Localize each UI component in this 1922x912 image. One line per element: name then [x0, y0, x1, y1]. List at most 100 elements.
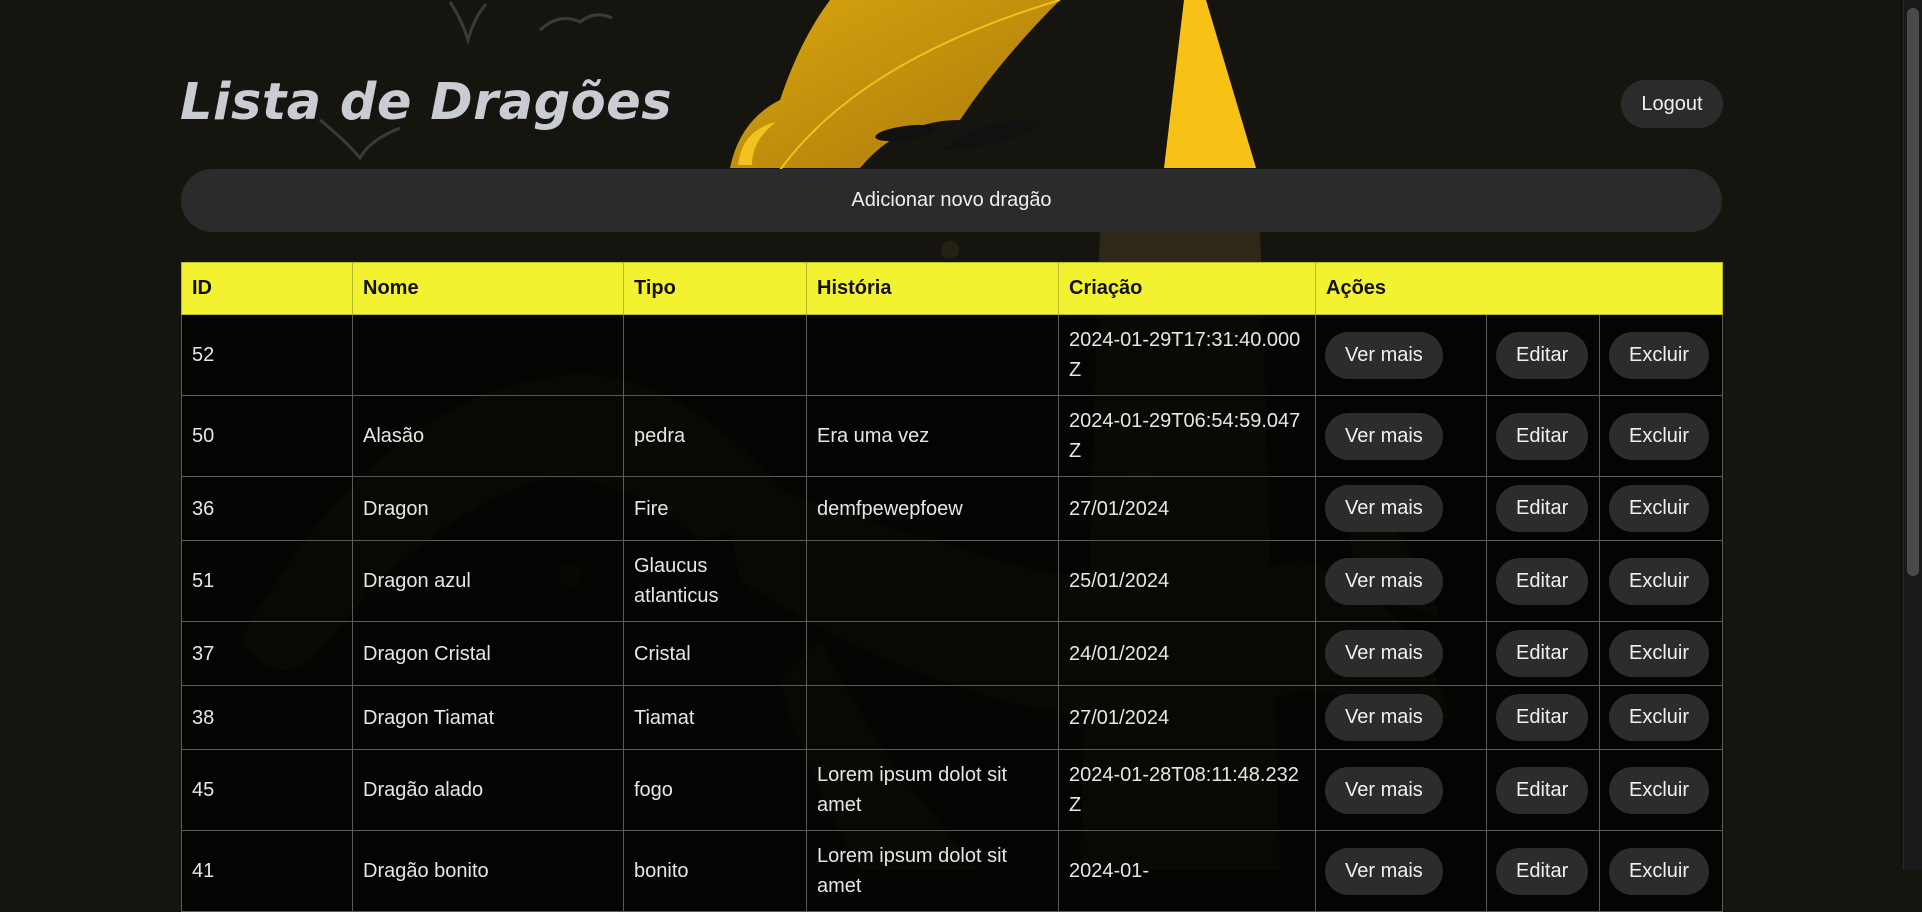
- view-more-button[interactable]: Ver mais: [1325, 694, 1443, 741]
- cell-historia: [806, 540, 1059, 622]
- cell-delete: Excluir: [1598, 476, 1724, 541]
- logout-button[interactable]: Logout: [1621, 80, 1723, 128]
- header-tipo: Tipo: [623, 262, 807, 315]
- cell-tipo: Glaucus atlanticus: [623, 540, 807, 622]
- header-id: ID: [181, 262, 353, 315]
- table-header-row: ID Nome Tipo História Criação Ações: [181, 262, 1724, 315]
- delete-button[interactable]: Excluir: [1609, 331, 1710, 379]
- cell-criacao: 25/01/2024: [1058, 540, 1316, 622]
- dragons-table: ID Nome Tipo História Criação Ações 52 2…: [181, 262, 1724, 912]
- cell-id: 51: [181, 540, 353, 622]
- edit-button[interactable]: Editar: [1496, 331, 1589, 379]
- cell-view: Ver mais: [1315, 749, 1487, 831]
- edit-button[interactable]: Editar: [1496, 847, 1589, 895]
- cell-id: 52: [181, 314, 353, 396]
- cell-criacao: 2024-01-28T08:11:48.232Z: [1058, 749, 1316, 831]
- cell-nome: Alasão: [352, 395, 624, 477]
- cell-criacao: 2024-01-: [1058, 830, 1316, 912]
- cell-historia: [806, 621, 1059, 686]
- cell-id: 50: [181, 395, 353, 477]
- cell-tipo: bonito: [623, 830, 807, 912]
- cell-view: Ver mais: [1315, 540, 1487, 622]
- cell-criacao: 2024-01-29T17:31:40.000Z: [1058, 314, 1316, 396]
- cell-edit: Editar: [1486, 749, 1600, 831]
- header-criacao: Criação: [1058, 262, 1316, 315]
- header-nome: Nome: [352, 262, 624, 315]
- cell-edit: Editar: [1486, 830, 1600, 912]
- cell-tipo: Tiamat: [623, 685, 807, 750]
- cell-view: Ver mais: [1315, 395, 1487, 477]
- cell-delete: Excluir: [1598, 830, 1724, 912]
- cell-historia: Lorem ipsum dolot sit amet: [806, 830, 1059, 912]
- delete-button[interactable]: Excluir: [1609, 412, 1710, 460]
- cell-edit: Editar: [1486, 395, 1600, 477]
- cell-historia: Lorem ipsum dolot sit amet: [806, 749, 1059, 831]
- delete-button[interactable]: Excluir: [1609, 557, 1710, 605]
- view-more-button[interactable]: Ver mais: [1325, 847, 1443, 895]
- table-row: 52 2024-01-29T17:31:40.000Z Ver mais Edi…: [181, 314, 1724, 396]
- cell-view: Ver mais: [1315, 621, 1487, 686]
- cell-view: Ver mais: [1315, 830, 1487, 912]
- delete-button[interactable]: Excluir: [1609, 485, 1710, 532]
- cell-historia: [806, 314, 1059, 396]
- add-dragon-button[interactable]: Adicionar novo dragão: [181, 169, 1722, 232]
- cell-historia: [806, 685, 1059, 750]
- cell-delete: Excluir: [1598, 749, 1724, 831]
- edit-button[interactable]: Editar: [1496, 412, 1589, 460]
- header-historia: História: [806, 262, 1059, 315]
- delete-button[interactable]: Excluir: [1609, 847, 1710, 895]
- cell-tipo: pedra: [623, 395, 807, 477]
- cell-criacao: 27/01/2024: [1058, 685, 1316, 750]
- cell-view: Ver mais: [1315, 685, 1487, 750]
- cell-id: 37: [181, 621, 353, 686]
- cell-tipo: Cristal: [623, 621, 807, 686]
- cell-nome: Dragon azul: [352, 540, 624, 622]
- edit-button[interactable]: Editar: [1496, 485, 1589, 532]
- cell-edit: Editar: [1486, 540, 1600, 622]
- cell-criacao: 27/01/2024: [1058, 476, 1316, 541]
- view-more-button[interactable]: Ver mais: [1325, 557, 1443, 605]
- cell-nome: [352, 314, 624, 396]
- table-row: 38 Dragon Tiamat Tiamat 27/01/2024 Ver m…: [181, 685, 1724, 750]
- view-more-button[interactable]: Ver mais: [1325, 412, 1443, 460]
- page-scrollbar[interactable]: [1903, 0, 1922, 870]
- cell-historia: Era uma vez: [806, 395, 1059, 477]
- cell-delete: Excluir: [1598, 395, 1724, 477]
- table-row: 41 Dragão bonito bonito Lorem ipsum dolo…: [181, 830, 1724, 912]
- cell-edit: Editar: [1486, 621, 1600, 686]
- cell-delete: Excluir: [1598, 621, 1724, 686]
- cell-nome: Dragão alado: [352, 749, 624, 831]
- header-acoes: Ações: [1314, 262, 1724, 315]
- cell-criacao: 2024-01-29T06:54:59.047Z: [1058, 395, 1316, 477]
- edit-button[interactable]: Editar: [1496, 766, 1589, 814]
- cell-criacao: 24/01/2024: [1058, 621, 1316, 686]
- view-more-button[interactable]: Ver mais: [1325, 630, 1443, 677]
- delete-button[interactable]: Excluir: [1609, 694, 1710, 741]
- cell-id: 38: [181, 685, 353, 750]
- cell-tipo: [623, 314, 807, 396]
- table-row: 45 Dragão alado fogo Lorem ipsum dolot s…: [181, 749, 1724, 831]
- cell-edit: Editar: [1486, 685, 1600, 750]
- cell-id: 41: [181, 830, 353, 912]
- cell-delete: Excluir: [1598, 540, 1724, 622]
- page-title: Lista de Dragões: [180, 73, 673, 132]
- cell-id: 36: [181, 476, 353, 541]
- edit-button[interactable]: Editar: [1496, 694, 1589, 741]
- delete-button[interactable]: Excluir: [1609, 630, 1710, 677]
- delete-button[interactable]: Excluir: [1609, 766, 1710, 814]
- view-more-button[interactable]: Ver mais: [1325, 485, 1443, 532]
- view-more-button[interactable]: Ver mais: [1325, 766, 1443, 814]
- cell-tipo: Fire: [623, 476, 807, 541]
- edit-button[interactable]: Editar: [1496, 557, 1589, 605]
- edit-button[interactable]: Editar: [1496, 630, 1589, 677]
- cell-view: Ver mais: [1315, 476, 1487, 541]
- cell-id: 45: [181, 749, 353, 831]
- scrollbar-thumb[interactable]: [1907, 8, 1919, 576]
- view-more-button[interactable]: Ver mais: [1325, 331, 1443, 379]
- table-row: 51 Dragon azul Glaucus atlanticus 25/01/…: [181, 540, 1724, 622]
- cell-delete: Excluir: [1598, 685, 1724, 750]
- table-row: 50 Alasão pedra Era uma vez 2024-01-29T0…: [181, 395, 1724, 477]
- cell-tipo: fogo: [623, 749, 807, 831]
- cell-delete: Excluir: [1598, 314, 1724, 396]
- cell-nome: Dragon Tiamat: [352, 685, 624, 750]
